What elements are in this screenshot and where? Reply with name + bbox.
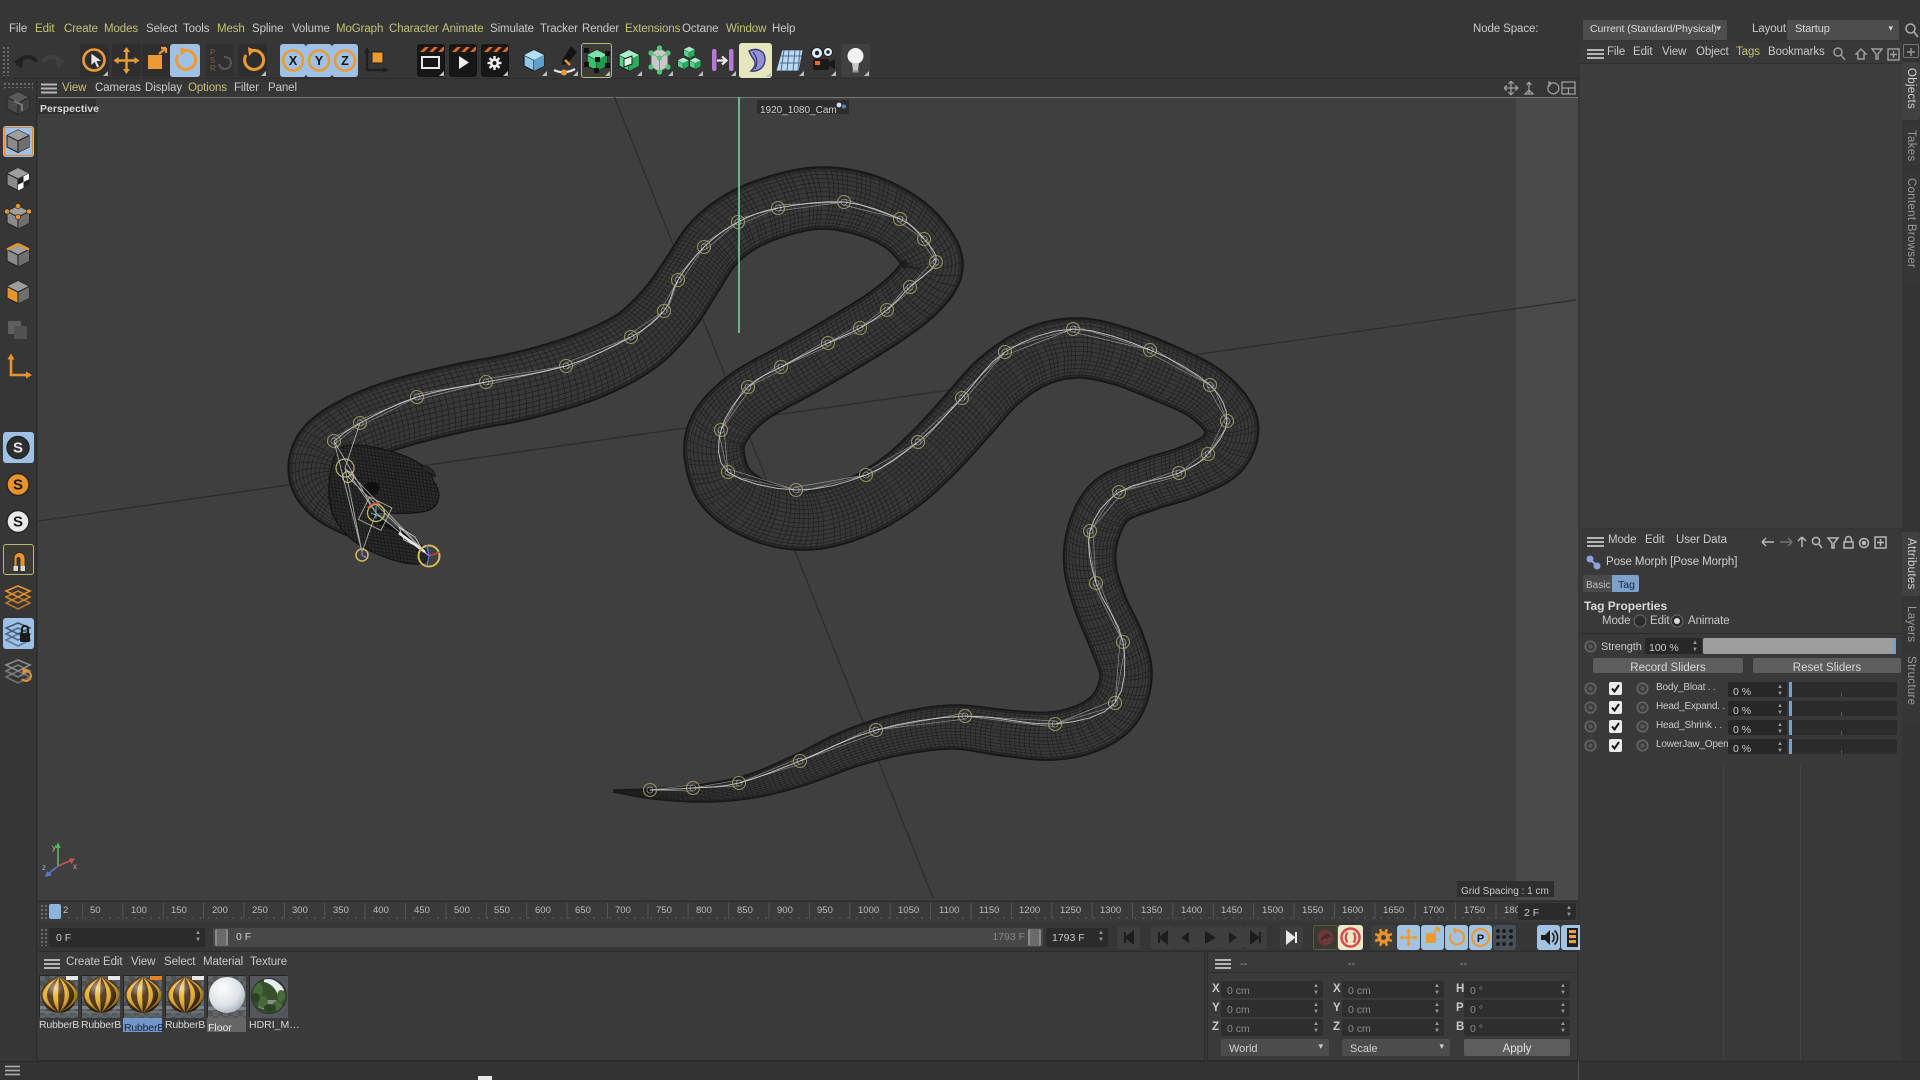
svg-text:P: P xyxy=(1477,933,1484,945)
